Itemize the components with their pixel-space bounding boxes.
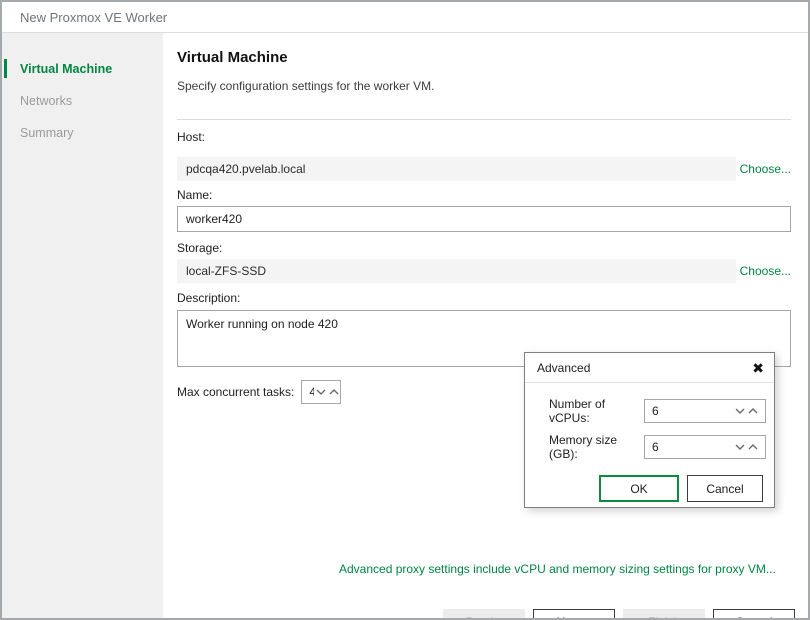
sidebar-item-label: Networks: [20, 94, 72, 108]
memory-spinner: [644, 435, 766, 459]
host-field: pdcqa420.pvelab.local: [177, 157, 736, 181]
max-tasks-decrement-button[interactable]: [314, 382, 327, 402]
active-step-indicator: [4, 59, 7, 78]
advanced-dialog: Advanced ✖ Number of vCPUs: Memory size …: [524, 352, 775, 508]
advanced-settings-link[interactable]: Advanced proxy settings include vCPU and…: [339, 562, 776, 576]
next-button[interactable]: Next >: [533, 609, 615, 620]
max-tasks-label: Max concurrent tasks:: [177, 385, 294, 399]
dialog-cancel-button[interactable]: Cancel: [687, 475, 763, 502]
main-panel: Virtual Machine Specify configuration se…: [163, 33, 810, 608]
close-icon[interactable]: ✖: [752, 361, 764, 375]
dialog-ok-button[interactable]: OK: [599, 475, 679, 502]
window-title: New Proxmox VE Worker: [20, 10, 167, 25]
storage-label: Storage:: [177, 241, 791, 255]
name-label: Name:: [177, 188, 791, 202]
sidebar-item-label: Virtual Machine: [20, 62, 112, 76]
vcpus-spinner: [644, 399, 766, 423]
max-tasks-spinner: [301, 380, 341, 404]
vcpus-increment-button[interactable]: [746, 401, 759, 421]
max-tasks-increment-button[interactable]: [327, 382, 340, 402]
section-divider: [177, 119, 791, 120]
page-subtitle: Specify configuration settings for the w…: [177, 79, 791, 93]
finish-button[interactable]: Finish: [623, 609, 705, 620]
max-tasks-value[interactable]: [302, 382, 314, 402]
storage-field: local-ZFS-SSD: [177, 259, 736, 283]
memory-decrement-button[interactable]: [733, 437, 746, 457]
wizard-navigation: < Previous Next > Finish Cancel: [443, 609, 795, 620]
cancel-button[interactable]: Cancel: [713, 609, 795, 620]
vcpus-label: Number of vCPUs:: [549, 397, 644, 425]
memory-increment-button[interactable]: [746, 437, 759, 457]
description-label: Description:: [177, 291, 791, 305]
chevron-up-icon: [748, 408, 758, 414]
wizard-window: New Proxmox VE Worker Virtual Machine Ne…: [0, 0, 810, 620]
memory-value[interactable]: [645, 437, 733, 457]
sidebar-item-virtual-machine[interactable]: Virtual Machine: [2, 53, 163, 85]
chevron-down-icon: [735, 408, 745, 414]
advanced-dialog-titlebar: Advanced ✖: [525, 353, 774, 383]
advanced-dialog-title: Advanced: [537, 361, 590, 375]
chevron-up-icon: [329, 389, 339, 395]
chevron-down-icon: [735, 444, 745, 450]
sidebar-item-label: Summary: [20, 126, 73, 140]
vcpus-value[interactable]: [645, 401, 733, 421]
host-label: Host:: [177, 130, 791, 144]
name-input[interactable]: [177, 206, 791, 232]
sidebar-item-networks[interactable]: Networks: [2, 85, 163, 117]
sidebar-item-summary[interactable]: Summary: [2, 117, 163, 149]
chevron-up-icon: [748, 444, 758, 450]
chevron-down-icon: [316, 389, 326, 395]
page-title: Virtual Machine: [177, 49, 791, 66]
previous-button[interactable]: < Previous: [443, 609, 525, 620]
storage-choose-link[interactable]: Choose...: [740, 264, 791, 278]
wizard-steps-sidebar: Virtual Machine Networks Summary: [2, 33, 163, 618]
vcpus-decrement-button[interactable]: [733, 401, 746, 421]
host-choose-link[interactable]: Choose...: [740, 162, 791, 176]
memory-label: Memory size (GB):: [549, 433, 644, 461]
window-titlebar: New Proxmox VE Worker: [2, 2, 808, 33]
